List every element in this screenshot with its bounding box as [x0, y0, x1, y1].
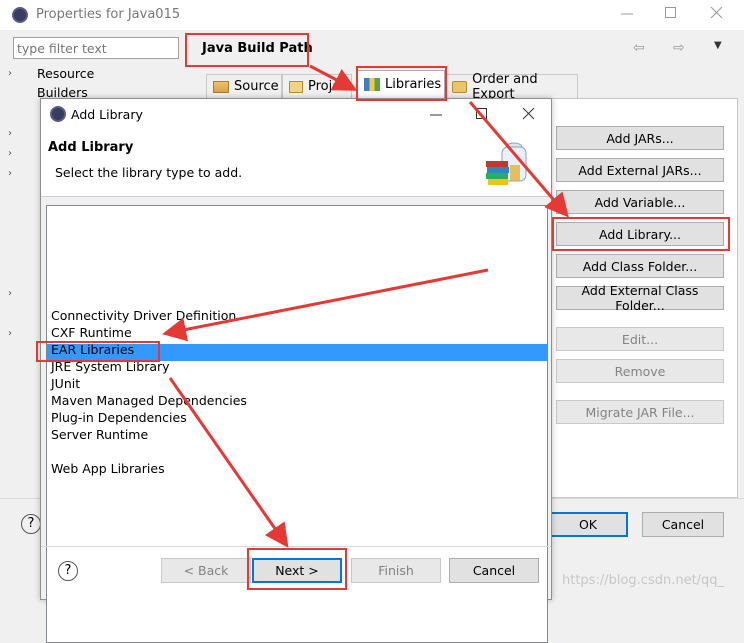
arrow-to-user-library [162, 268, 489, 342]
annotation-arrows [162, 64, 569, 548]
watermark: https://blog.csdn.net/qq_ [562, 573, 725, 588]
arrow-to-libraries [309, 64, 358, 91]
arrow-to-next [168, 377, 289, 548]
arrow-to-add-library [468, 101, 569, 218]
